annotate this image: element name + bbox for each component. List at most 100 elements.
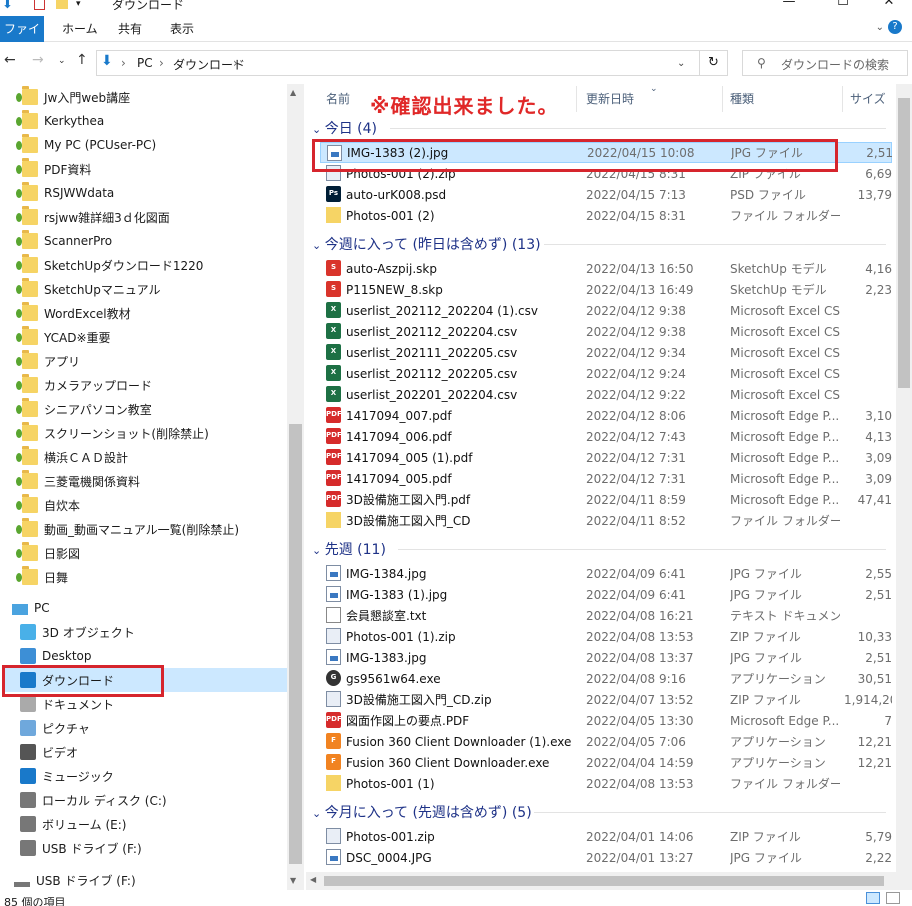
minimize-button[interactable]: — bbox=[766, 0, 812, 14]
file-row[interactable]: Xuserlist_202111_202205.csv 2022/04/12 9:… bbox=[320, 342, 892, 363]
file-row[interactable]: Photos-001 (1) 2022/04/08 13:53 ファイル フォルダー bbox=[320, 773, 892, 794]
file-row[interactable]: 3D設備施工図入門_CD.zip 2022/04/07 13:52 ZIP ファイル… bbox=[320, 689, 892, 710]
large-icons-view-icon[interactable] bbox=[886, 892, 900, 904]
sidebar-item-quick-access[interactable]: My PC (PCUser-PC) bbox=[16, 133, 304, 157]
scroll-left-icon[interactable]: ◀ bbox=[310, 875, 316, 884]
column-header-type[interactable]: 種類 bbox=[730, 90, 754, 107]
collapse-chevron-icon[interactable]: ⌄ bbox=[312, 544, 325, 557]
file-row[interactable]: DSC_0004.JPG 2022/04/01 13:27 JPG ファイル 2,22 bbox=[320, 847, 892, 868]
tab-share[interactable]: 共有 bbox=[108, 16, 152, 42]
address-bar[interactable]: ⬇ › PC › ダウンロード › ⌄ bbox=[96, 50, 700, 76]
scroll-up-icon[interactable]: ▲ bbox=[290, 88, 296, 97]
sidebar-item-quick-access[interactable]: 動画_動画マニュアル一覧(削除禁止) bbox=[16, 517, 304, 541]
file-row[interactable]: Xuserlist_202112_202205.csv 2022/04/12 9:… bbox=[320, 363, 892, 384]
sidebar-item-quick-access[interactable]: シニアパソコン教室 bbox=[16, 397, 304, 421]
sidebar-item-pc-child[interactable]: ビデオ bbox=[20, 740, 304, 764]
sidebar-item-quick-access[interactable]: SketchUpマニュアル bbox=[16, 277, 304, 301]
sidebar-item-usb[interactable]: USB ドライブ (F:) bbox=[14, 868, 302, 890]
scroll-down-icon[interactable]: ▼ bbox=[290, 876, 296, 885]
chevron-right-icon[interactable]: › bbox=[233, 56, 238, 70]
back-arrow-icon[interactable]: ⬇ bbox=[2, 0, 13, 12]
file-row[interactable]: PDF 1417094_005.pdf 2022/04/12 7:31 Microso… bbox=[320, 468, 892, 489]
sidebar-scroll-thumb[interactable] bbox=[289, 424, 302, 864]
file-list-scroll-thumb[interactable] bbox=[898, 98, 910, 388]
column-divider[interactable] bbox=[576, 86, 577, 112]
sidebar-item-quick-access[interactable]: rsjww雑詳細3ｄ化図面 bbox=[16, 205, 304, 229]
file-row[interactable]: IMG-1383 (1).jpg 2022/04/09 6:41 JPG ファイル 2… bbox=[320, 584, 892, 605]
sidebar-item-pc-child[interactable]: USB ドライブ (F:) bbox=[20, 836, 304, 860]
file-row[interactable]: Sauto-Aszpij.skp 2022/04/13 16:50 SketchUp… bbox=[320, 258, 892, 279]
file-row[interactable]: Photos-001 (1).zip 2022/04/08 13:53 ZIP ファ… bbox=[320, 626, 892, 647]
group-header[interactable]: ⌄ 先週 (11) bbox=[312, 539, 386, 559]
column-header-date[interactable]: 更新日時 bbox=[586, 90, 634, 107]
tab-view[interactable]: 表示 bbox=[160, 16, 204, 42]
properties-icon[interactable] bbox=[34, 0, 45, 12]
sidebar-item-quick-access[interactable]: カメラアップロード bbox=[16, 373, 304, 397]
file-row[interactable]: PDF 1417094_007.pdf 2022/04/12 8:06 Microso… bbox=[320, 405, 892, 426]
file-row[interactable]: 会員懇談室.txt 2022/04/08 16:21 テキスト ドキュメント bbox=[320, 605, 892, 626]
column-divider[interactable] bbox=[722, 86, 723, 112]
sidebar-item-quick-access[interactable]: SketchUpダウンロード1220 bbox=[16, 253, 304, 277]
sidebar-item-quick-access[interactable]: ScannerPro bbox=[16, 229, 304, 253]
tab-home[interactable]: ホーム bbox=[52, 16, 108, 42]
sidebar-item-pc[interactable]: PC bbox=[12, 596, 300, 620]
sidebar-item-quick-access[interactable]: Kerkythea bbox=[16, 109, 304, 133]
sidebar-item-pc-child[interactable]: ピクチャ bbox=[20, 716, 304, 740]
file-row[interactable]: Ps auto-urK008.psd 2022/04/15 7:13 PSD ファイル… bbox=[320, 184, 892, 205]
file-row[interactable]: Xuserlist_202112_202204.csv 2022/04/12 9:… bbox=[320, 321, 892, 342]
sidebar-item-quick-access[interactable]: YCAD※重要 bbox=[16, 325, 304, 349]
file-row[interactable]: PDF 図面作図上の要点.PDF 2022/04/05 13:30 Microsoft… bbox=[320, 710, 892, 731]
column-header-size[interactable]: サイズ bbox=[850, 90, 886, 107]
file-row[interactable]: Xuserlist_202201_202204.csv 2022/04/12 9:… bbox=[320, 384, 892, 405]
group-header[interactable]: ⌄ 今週に入って (昨日は含めず) (13) bbox=[312, 234, 541, 254]
back-button[interactable]: ← bbox=[4, 52, 16, 68]
forward-button[interactable]: → bbox=[32, 52, 44, 68]
sidebar-item-pc-child[interactable]: ミュージック bbox=[20, 764, 304, 788]
sidebar-item-quick-access[interactable]: 自炊本 bbox=[16, 493, 304, 517]
collapse-chevron-icon[interactable]: ⌄ bbox=[312, 239, 325, 252]
sidebar-item-quick-access[interactable]: アプリ bbox=[16, 349, 304, 373]
horizontal-scroll-thumb[interactable] bbox=[324, 876, 884, 886]
sidebar-item-quick-access[interactable]: スクリーンショット(削除禁止) bbox=[16, 421, 304, 445]
ribbon-expand-icon[interactable]: ⌄ bbox=[876, 22, 884, 33]
collapse-chevron-icon[interactable]: ⌄ bbox=[312, 123, 325, 136]
sidebar-item-quick-access[interactable]: 日影図 bbox=[16, 541, 304, 565]
sidebar-item-pc-child[interactable]: ボリューム (E:) bbox=[20, 812, 304, 836]
chevron-right-icon[interactable]: › bbox=[121, 56, 126, 70]
column-header-name[interactable]: 名前 bbox=[326, 90, 350, 107]
customize-toolbar-icon[interactable]: ▾ bbox=[76, 0, 81, 12]
details-view-icon[interactable] bbox=[866, 892, 880, 904]
file-row[interactable]: IMG-1384.jpg 2022/04/09 6:41 JPG ファイル 2,55 bbox=[320, 563, 892, 584]
close-button[interactable]: ✕ bbox=[866, 0, 912, 14]
breadcrumb-pc[interactable]: PC bbox=[137, 56, 153, 70]
file-row[interactable]: S P115NEW_8.skp 2022/04/13 16:49 SketchUp モ… bbox=[320, 279, 892, 300]
sidebar-item-quick-access[interactable]: 日舞 bbox=[16, 565, 304, 589]
new-folder-icon[interactable] bbox=[56, 0, 68, 12]
chevron-right-icon[interactable]: › bbox=[159, 56, 164, 70]
file-row[interactable]: Ggs9561w64.exe 2022/04/08 9:16 アプリケーション 30,… bbox=[320, 668, 892, 689]
file-row[interactable]: F Fusion 360 Client Downloader.exe 2022/04… bbox=[320, 752, 892, 773]
up-button[interactable]: ↑ bbox=[76, 52, 88, 68]
file-row[interactable]: 3D設備施工図入門_CD 2022/04/11 8:52 ファイル フォルダー bbox=[320, 510, 892, 531]
file-row[interactable]: Photos-001 (2) 2022/04/15 8:31 ファイル フォルダー bbox=[320, 205, 892, 226]
sidebar-item-quick-access[interactable]: RSJWWdata bbox=[16, 181, 304, 205]
file-row[interactable]: PDF 3D設備施工図入門.pdf 2022/04/11 8:59 Microsoft… bbox=[320, 489, 892, 510]
column-divider[interactable] bbox=[842, 86, 843, 112]
address-dropdown-icon[interactable]: ⌄ bbox=[677, 58, 685, 69]
sidebar-item-quick-access[interactable]: Jw入門web講座 bbox=[16, 85, 304, 109]
file-row[interactable]: F Fusion 360 Client Downloader (1).exe 202… bbox=[320, 731, 892, 752]
sidebar-item-quick-access[interactable]: 三菱電機関係資料 bbox=[16, 469, 304, 493]
file-row[interactable]: Photos-001.zip 2022/04/01 14:06 ZIP ファイル 5,… bbox=[320, 826, 892, 847]
file-row[interactable]: PDF 1417094_005 (1).pdf 2022/04/12 7:31 Mic… bbox=[320, 447, 892, 468]
sidebar-item-pc-child[interactable]: 3D オブジェクト bbox=[20, 620, 304, 644]
sidebar-item-quick-access[interactable]: WordExcel教材 bbox=[16, 301, 304, 325]
maximize-button[interactable]: ☐ bbox=[820, 0, 866, 14]
group-header[interactable]: ⌄ 今日 (4) bbox=[312, 118, 377, 138]
search-box[interactable]: ⚲ ダウンロードの検索 bbox=[742, 50, 908, 76]
file-row[interactable]: PDF 1417094_006.pdf 2022/04/12 7:43 Microso… bbox=[320, 426, 892, 447]
help-icon[interactable]: ? bbox=[888, 20, 902, 34]
tab-file[interactable]: ファイル bbox=[0, 16, 44, 62]
refresh-button[interactable]: ↻ bbox=[700, 50, 728, 76]
sidebar-item-pc-child[interactable]: ローカル ディスク (C:) bbox=[20, 788, 304, 812]
collapse-chevron-icon[interactable]: ⌄ bbox=[312, 807, 325, 820]
